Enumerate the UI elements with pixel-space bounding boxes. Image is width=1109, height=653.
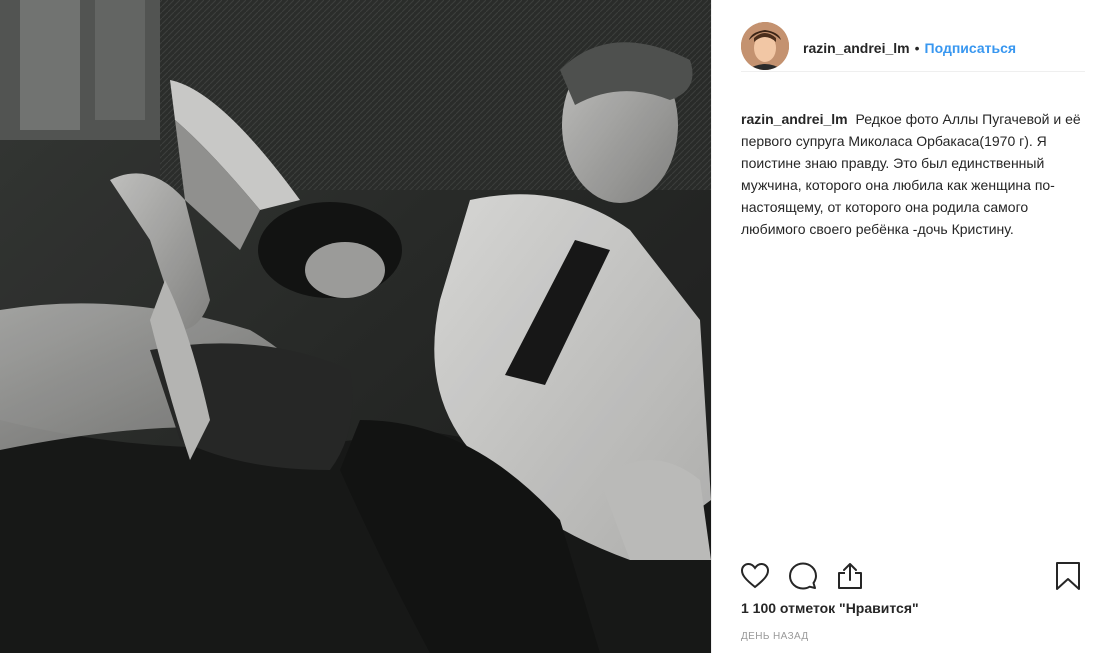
photo-image (0, 0, 711, 653)
post-header: razin_andrei_lm • Подписаться (741, 21, 1085, 72)
header-username[interactable]: razin_andrei_lm (803, 40, 910, 56)
comment-button[interactable] (789, 560, 823, 592)
like-button[interactable] (741, 560, 775, 592)
share-button[interactable] (837, 560, 871, 592)
follow-button[interactable]: Подписаться (925, 40, 1017, 56)
save-button[interactable] (1055, 560, 1089, 592)
likes-count[interactable]: 1 100 отметок "Нравится" (741, 600, 919, 616)
avatar-image (741, 21, 789, 70)
post-photo[interactable] (0, 0, 711, 653)
comment-bubble-icon (789, 562, 817, 590)
caption-username[interactable]: razin_andrei_lm (741, 111, 848, 127)
heart-icon (741, 563, 769, 589)
caption-text: Редкое фото Аллы Пугачевой и её первого … (741, 111, 1081, 237)
post-side-panel: razin_andrei_lm • Подписаться razin_andr… (711, 0, 1109, 653)
bookmark-icon (1056, 562, 1080, 590)
post-timestamp[interactable]: ДЕНЬ НАЗАД (741, 631, 809, 642)
separator-dot: • (914, 39, 920, 56)
share-upload-icon (838, 563, 862, 589)
avatar[interactable] (741, 21, 789, 70)
post-caption: razin_andrei_lm Редкое фото Аллы Пугачев… (741, 108, 1086, 240)
action-bar (741, 560, 1089, 592)
